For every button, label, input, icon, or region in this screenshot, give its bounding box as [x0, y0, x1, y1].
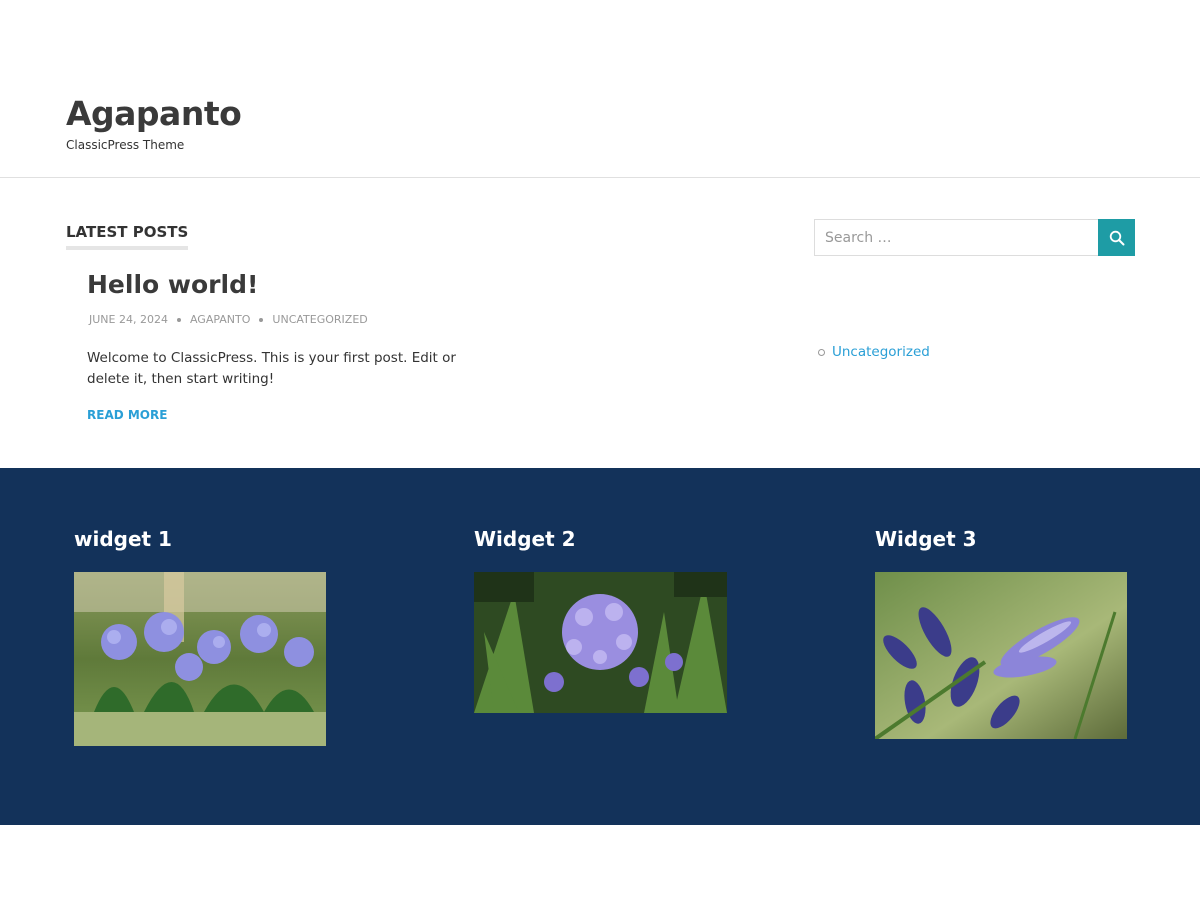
site-description: ClassicPress Theme: [66, 138, 185, 152]
footer-widgets: widget 1 Widget 2 Widget 3: [0, 468, 1200, 825]
widget-title: Widget 2: [474, 527, 576, 551]
widget-title: Widget 3: [875, 527, 977, 551]
search-button[interactable]: [1098, 219, 1135, 256]
post-title[interactable]: Hello world!: [87, 270, 258, 299]
site-header: Agapanto ClassicPress Theme: [0, 0, 1200, 178]
list-item: Uncategorized: [818, 344, 930, 360]
post-meta: JUNE 24, 2024 AGAPANTO UNCATEGORIZED: [89, 313, 368, 326]
category-link-uncategorized[interactable]: Uncategorized: [832, 344, 930, 360]
bullet-icon: [818, 348, 825, 356]
widget-title: widget 1: [74, 527, 172, 551]
post-category[interactable]: UNCATEGORIZED: [272, 313, 367, 326]
search-icon: [1109, 230, 1124, 245]
post-author[interactable]: AGAPANTO: [190, 313, 250, 326]
post-excerpt: Welcome to ClassicPress. This is your fi…: [87, 350, 456, 387]
post-date[interactable]: JUNE 24, 2024: [89, 313, 168, 326]
read-more-link[interactable]: READ MORE: [87, 408, 167, 422]
agapanthus-flower-head-photo: [474, 572, 727, 713]
search-form: [814, 219, 1135, 256]
latest-posts-heading: LATEST POSTS: [66, 223, 189, 250]
meta-separator: [176, 317, 181, 322]
category-list: Uncategorized: [818, 344, 930, 360]
search-input[interactable]: [814, 219, 1098, 256]
site-title[interactable]: Agapanto: [66, 94, 242, 133]
agapanthus-garden-photo: [74, 572, 326, 746]
meta-separator: [259, 317, 264, 322]
agapanthus-buds-closeup-photo: [875, 572, 1127, 739]
